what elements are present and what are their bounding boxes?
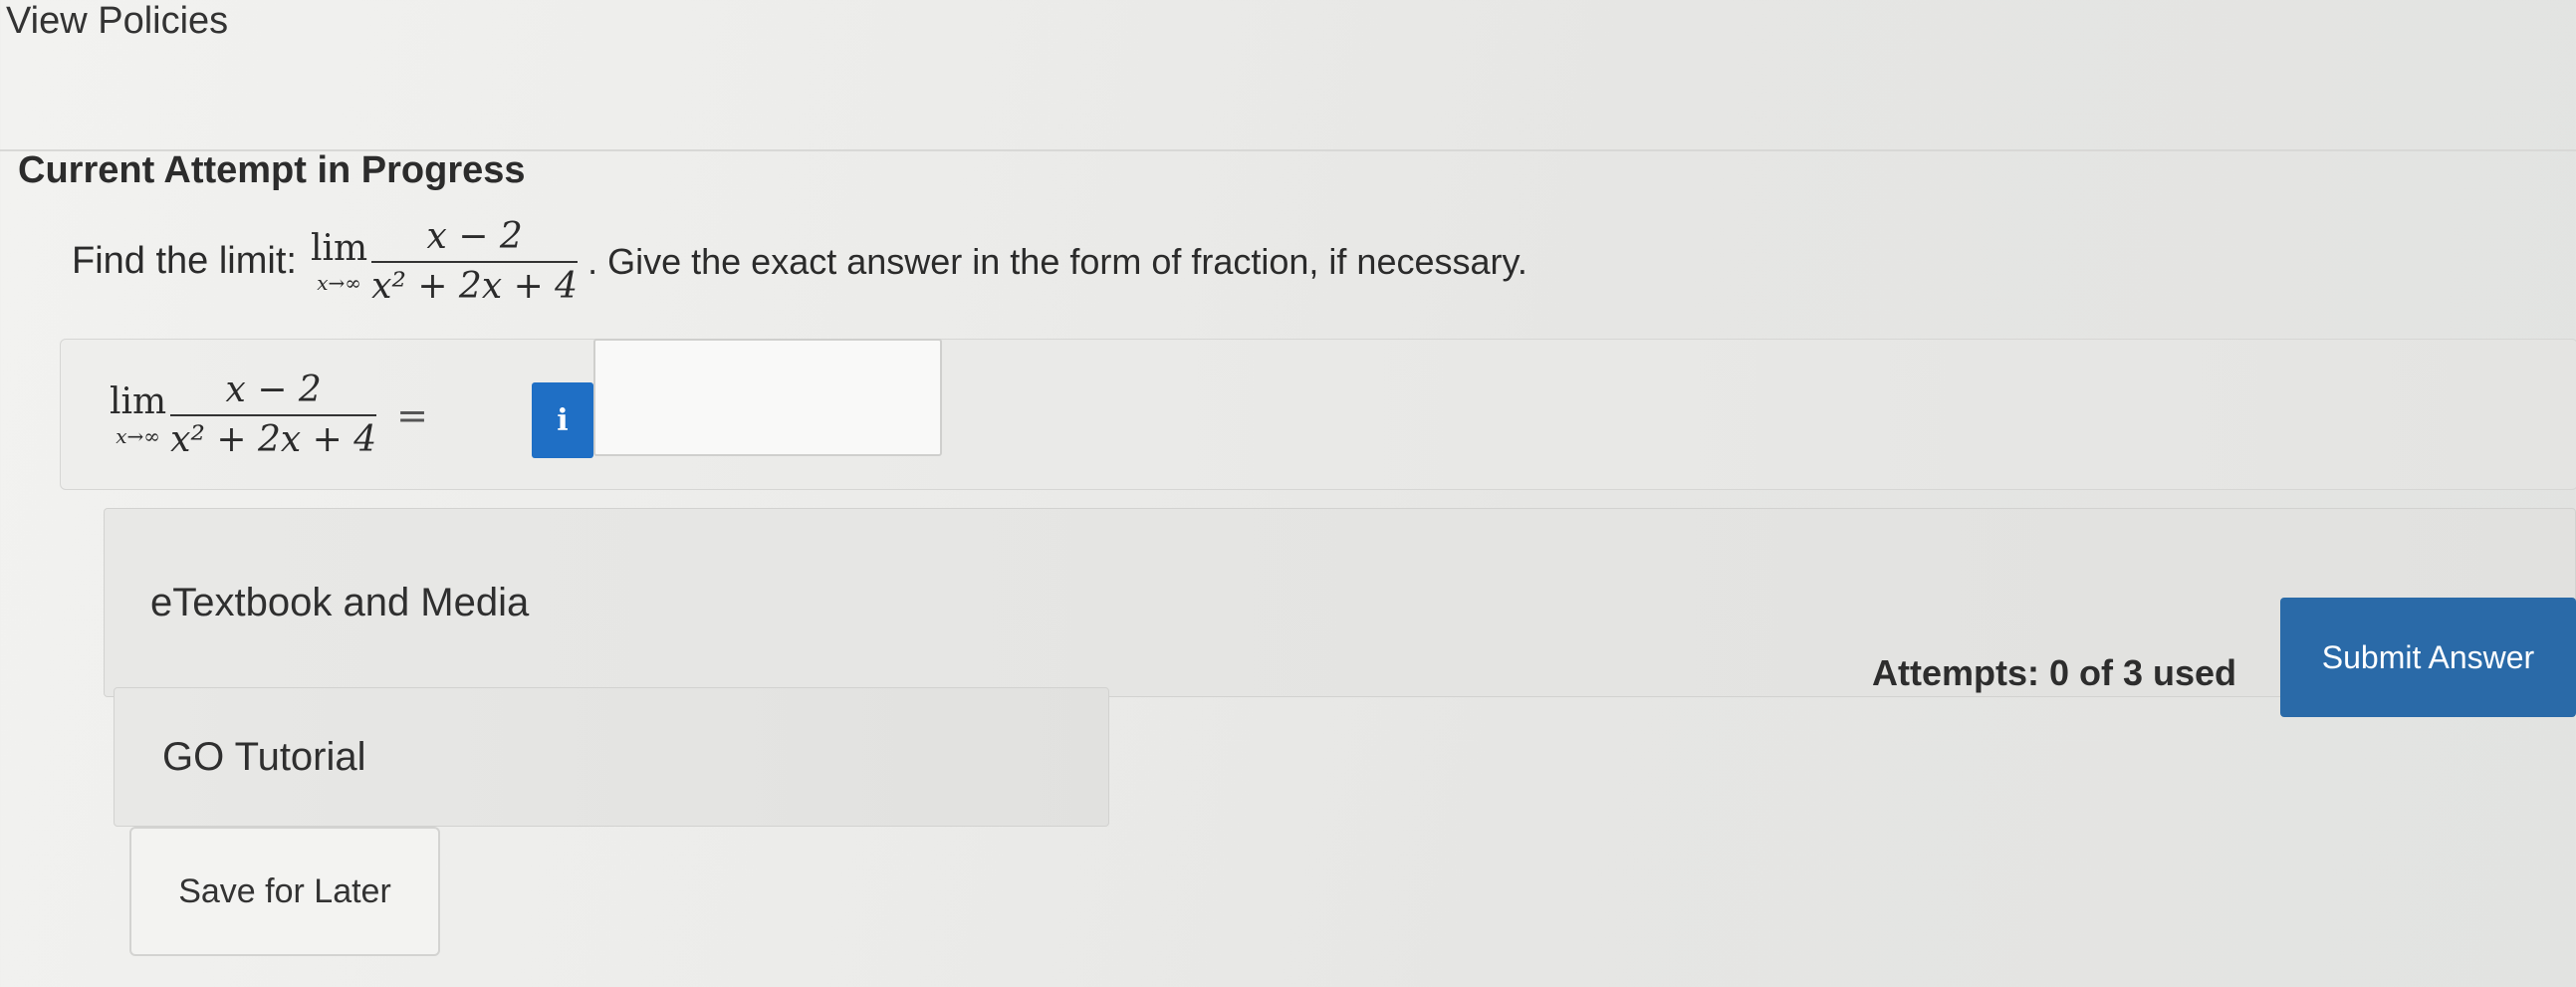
etextbook-media-label: eTextbook and Media: [150, 580, 530, 624]
answer-numerator: x − 2: [225, 370, 322, 410]
question-limit-operator: lim x→∞: [310, 227, 368, 295]
answer-denominator: x² + 2x + 4: [170, 418, 377, 460]
question-fraction: x − 2 x² + 2x + 4: [371, 216, 579, 307]
answer-limit-operator: lim x→∞: [110, 380, 167, 448]
question-suffix: . Give the exact answer in the form of f…: [587, 240, 1527, 282]
lim-label: lim: [310, 227, 368, 269]
lim-label: lim: [110, 380, 167, 422]
answer-input[interactable]: [593, 339, 942, 456]
question-prefix: Find the limit:: [72, 240, 297, 283]
question-denominator: x² + 2x + 4: [371, 265, 579, 307]
answer-fraction: x − 2 x² + 2x + 4: [170, 370, 377, 460]
go-tutorial-section[interactable]: GO Tutorial: [114, 687, 1109, 827]
question-prompt: Find the limit: lim x→∞ x − 2 x² + 2x + …: [72, 217, 1527, 306]
question-numerator: x − 2: [426, 216, 523, 257]
answer-expression: lim x→∞ x − 2 x² + 2x + 4 =: [96, 370, 428, 459]
lim-subscript: x→∞: [116, 423, 160, 448]
info-icon[interactable]: i: [532, 382, 593, 458]
submit-answer-button[interactable]: Submit Answer: [2280, 598, 2576, 717]
equals-sign: =: [396, 392, 428, 437]
save-for-later-button[interactable]: Save for Later: [129, 827, 440, 956]
lim-subscript: x→∞: [317, 270, 361, 295]
answer-panel: [60, 339, 2576, 490]
attempts-counter: Attempts: 0 of 3 used: [1872, 652, 2237, 693]
attempt-status-heading: Current Attempt in Progress: [18, 149, 526, 191]
view-policies-link[interactable]: View Policies: [6, 0, 228, 43]
go-tutorial-label: GO Tutorial: [162, 734, 366, 779]
